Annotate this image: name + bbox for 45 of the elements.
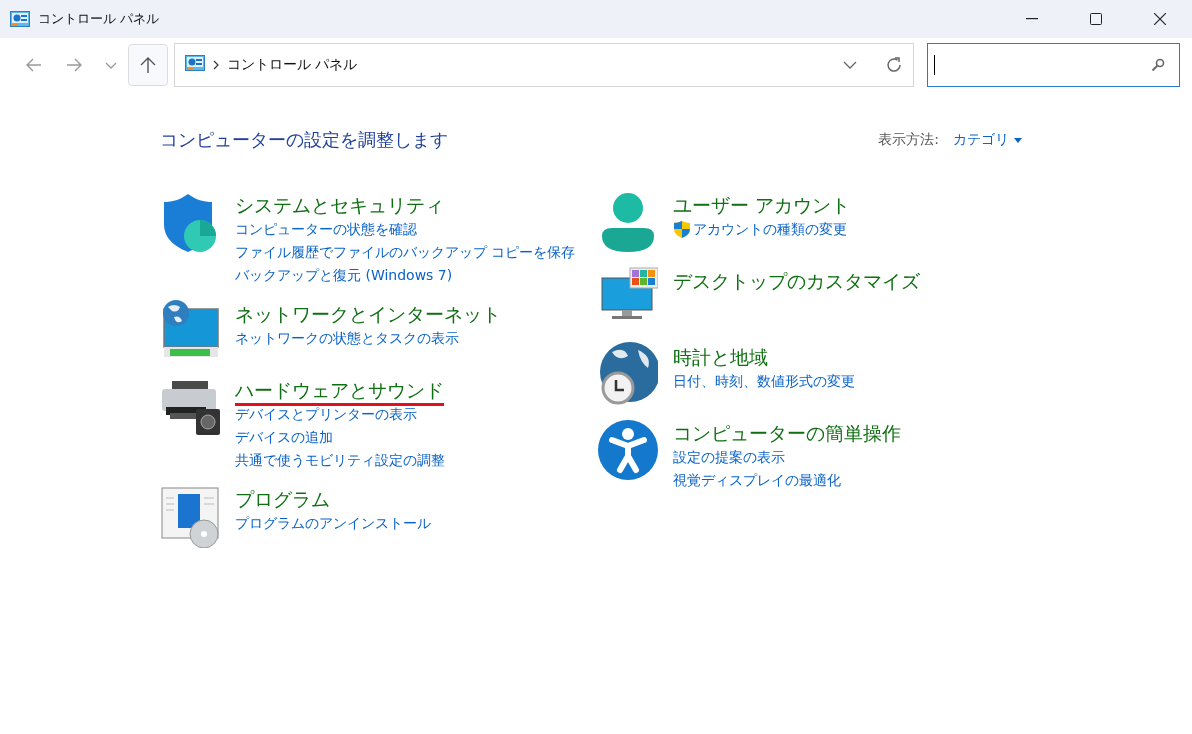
task-link[interactable]: 視覚ディスプレイの最適化 [673, 469, 841, 492]
task-link[interactable]: プログラムのアンインストール [235, 512, 431, 535]
view-by-dropdown[interactable]: カテゴリ [953, 131, 1022, 149]
category-link[interactable]: ネットワークとインターネット [235, 301, 501, 327]
up-button[interactable] [127, 44, 168, 86]
address-bar[interactable]: コントロール パネル [173, 43, 914, 87]
control-panel-icon [184, 55, 205, 71]
task-link[interactable]: ファイル履歴でファイルのバックアップ コピーを保存 [235, 241, 576, 264]
task-link[interactable]: アカウントの種類の変更 [693, 218, 847, 241]
dropdown-arrow-icon [1014, 137, 1022, 143]
category-link[interactable]: プログラム [235, 486, 330, 512]
category-link[interactable]: 時計と地域 [673, 344, 768, 370]
search-field[interactable] [926, 43, 1180, 87]
back-arrow-icon[interactable] [25, 58, 42, 72]
refresh-icon[interactable] [884, 56, 903, 74]
category-link[interactable]: ユーザー アカウント [673, 192, 851, 218]
chevron-right-icon [212, 60, 219, 70]
category-link-underlined[interactable]: ハードウェアとサウンド [235, 377, 444, 403]
up-arrow-icon [139, 56, 156, 74]
view-by-label: 表示方法: [878, 131, 939, 149]
task-link[interactable]: デバイスの追加 [235, 426, 333, 449]
task-link[interactable]: 共通で使うモビリティ設定の調整 [235, 449, 445, 472]
page-heading: コンピューターの設定を調整します [160, 128, 448, 152]
chevron-down-icon[interactable] [104, 61, 117, 69]
globe-clock-icon [598, 342, 658, 406]
minimize-icon[interactable] [1026, 18, 1038, 20]
task-link[interactable]: 設定の提案の表示 [673, 446, 785, 469]
accessibility-icon [598, 418, 658, 482]
category-link[interactable]: システムとセキュリティ [235, 192, 444, 218]
task-link[interactable]: デバイスとプリンターの表示 [235, 403, 417, 426]
window-title: コントロール パネル [38, 10, 161, 28]
task-link[interactable]: バックアップと復元 (Windows 7) [235, 264, 453, 287]
close-icon[interactable] [1154, 13, 1166, 25]
maximize-icon[interactable] [1090, 13, 1102, 25]
control-panel-icon [10, 11, 30, 27]
chevron-down-icon[interactable] [842, 61, 857, 69]
task-link[interactable]: 日付、時刻、数値形式の変更 [673, 370, 855, 393]
category-link[interactable]: デスクトップのカスタマイズ [673, 268, 920, 294]
task-link[interactable]: ネットワークの状態とタスクの表示 [235, 327, 459, 350]
forward-arrow-icon[interactable] [65, 58, 82, 72]
program-disc-icon [160, 484, 220, 548]
category-link[interactable]: コンピューターの簡単操作 [673, 420, 901, 446]
search-icon [1151, 58, 1165, 72]
task-link[interactable]: コンピューターの状態を確認 [235, 218, 417, 241]
breadcrumb-path[interactable]: コントロール パネル [226, 56, 835, 74]
